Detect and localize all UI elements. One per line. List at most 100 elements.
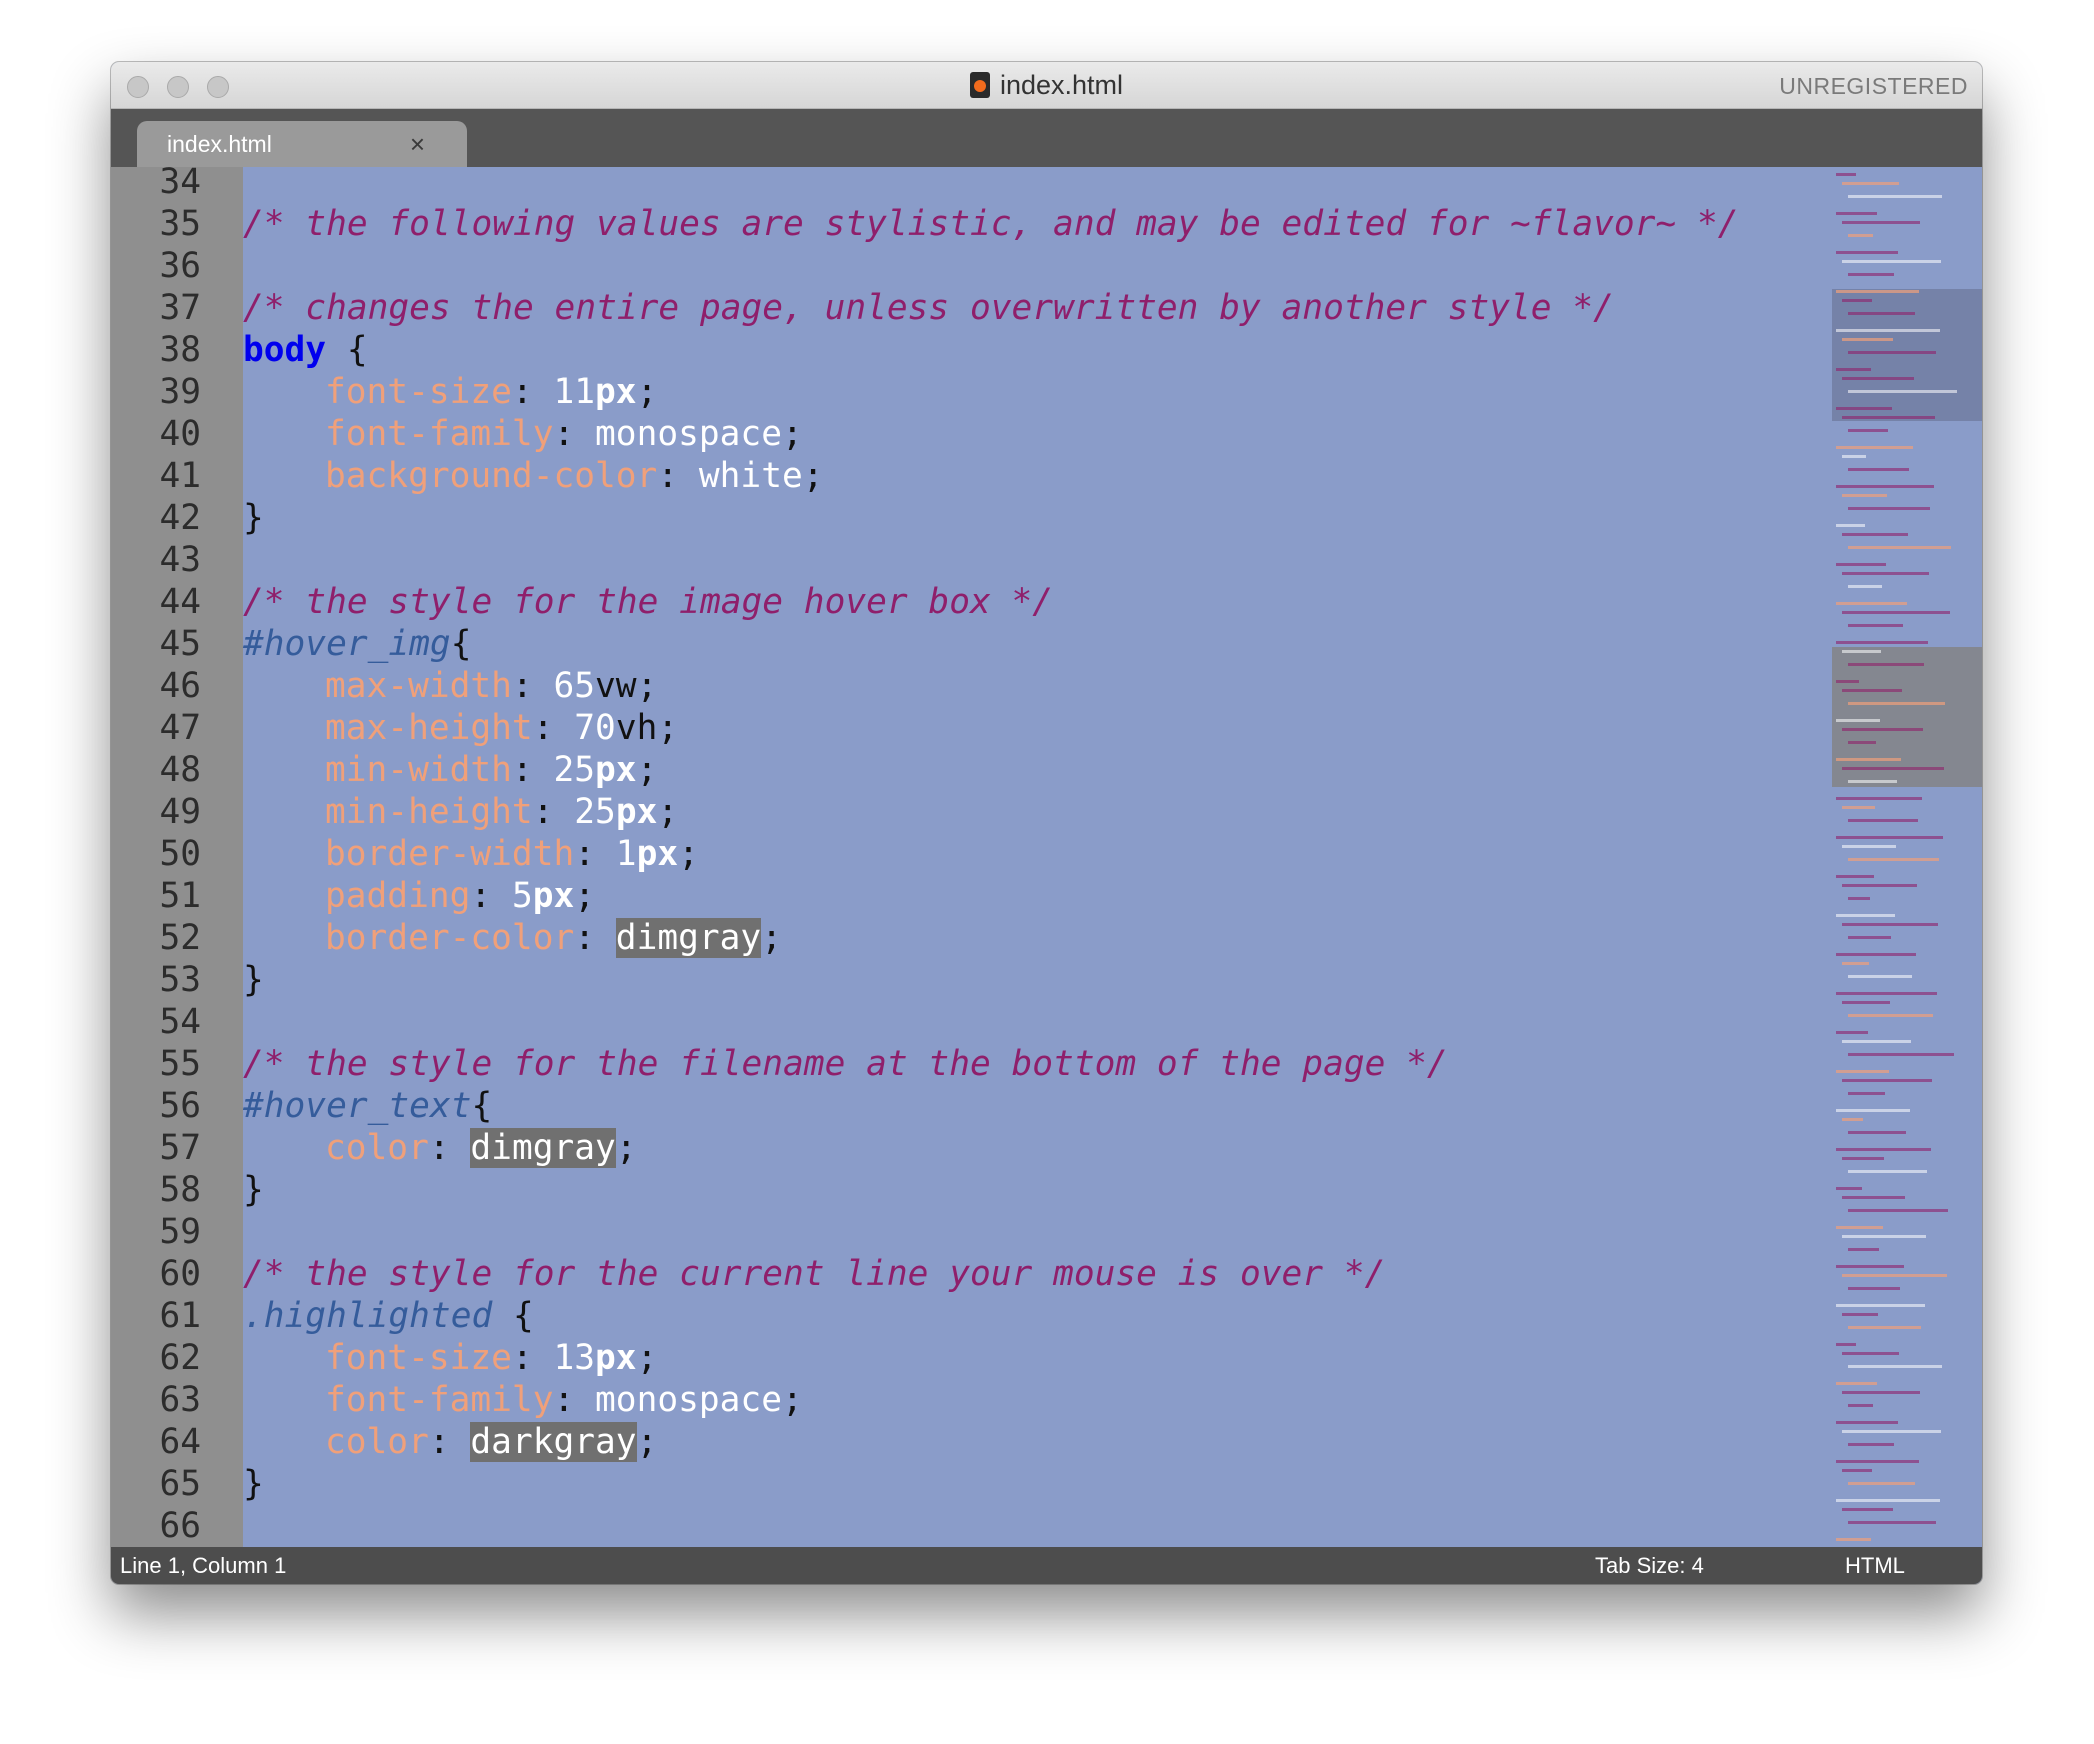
css-property: color [325, 1422, 429, 1462]
code-line-content: min-height: 25px; [243, 791, 678, 833]
css-unit: px [595, 750, 637, 790]
code-line[interactable]: 60 /* the style for the current line your… [111, 1253, 1831, 1295]
line-number: 43 [159, 540, 201, 580]
minimap-line [1836, 1031, 1868, 1034]
code-line[interactable]: 53} [111, 959, 1831, 1001]
semicolon: ; [781, 414, 803, 454]
code-line[interactable]: 41 background-color: white; [111, 455, 1831, 497]
code-line[interactable]: 48 min-width: 25px; [111, 749, 1831, 791]
code-line[interactable]: 43 [111, 539, 1831, 581]
code-line[interactable]: 38 body { [111, 329, 1831, 371]
code-line-content: #hover_img{ [243, 623, 472, 665]
minimap-line [1842, 260, 1941, 263]
minimap-line [1842, 533, 1908, 536]
colon: : [511, 1338, 554, 1378]
minimap-line [1842, 299, 1872, 302]
code-line[interactable]: 58} [111, 1169, 1831, 1211]
tab-label: index.html [167, 131, 272, 157]
code-line-content: } [243, 1463, 264, 1505]
minimap-line [1842, 611, 1950, 614]
code-line[interactable]: 49 min-height: 25px; [111, 791, 1831, 833]
code-line[interactable]: 55 /* the style for the filename at the b… [111, 1043, 1831, 1085]
minimap-line [1836, 1343, 1856, 1346]
editor-window: index.html UNREGISTERED index.html × 34 3… [111, 62, 1982, 1584]
line-number: 65 [159, 1464, 201, 1504]
css-property: font-family [325, 1380, 554, 1420]
semicolon: ; [636, 372, 658, 412]
code-line[interactable]: 64 color: darkgray; [111, 1421, 1831, 1463]
tab-size-indicator[interactable]: Tab Size: 4 [1595, 1553, 1704, 1579]
code-line[interactable]: 44 /* the style for the image hover box *… [111, 581, 1831, 623]
minimap-line [1842, 884, 1917, 887]
minimap-line [1836, 446, 1913, 449]
code-editor[interactable]: 34 35 /* the following values are stylisti… [111, 162, 1982, 1584]
minimap-line [1842, 1391, 1920, 1394]
tab-close-icon[interactable]: × [410, 129, 425, 160]
minimap-line [1836, 1382, 1877, 1385]
minimap-line [1848, 1053, 1954, 1056]
code-line[interactable]: 56 #hover_text{ [111, 1085, 1831, 1127]
minimap-line [1836, 251, 1898, 254]
line-number: 38 [159, 330, 201, 370]
minimap-line [1836, 641, 1928, 644]
semicolon: ; [615, 1128, 637, 1168]
code-line[interactable]: 47 max-height: 70vh; [111, 707, 1831, 749]
minimap-viewport[interactable] [1832, 289, 1982, 421]
code-line[interactable]: 36 [111, 245, 1831, 287]
css-property: font-size [325, 1338, 512, 1378]
line-number: 56 [159, 1086, 201, 1126]
minimap-line [1842, 962, 1869, 965]
registration-status: UNREGISTERED [1779, 73, 1968, 99]
code-line[interactable]: 66 [111, 1505, 1831, 1547]
code-line[interactable]: 37 /* changes the entire page, unless ove… [111, 287, 1831, 329]
minimap-line [1842, 1001, 1890, 1004]
code-comment: /* the following values are stylistic, a… [243, 204, 1739, 244]
code-line[interactable]: 61 .highlighted { [111, 1295, 1831, 1337]
css-unit: px [615, 792, 658, 832]
code-line[interactable]: 35 /* the following values are stylistic,… [111, 203, 1831, 245]
syntax-indicator[interactable]: HTML [1845, 1553, 1905, 1579]
minimap-line [1842, 1274, 1947, 1277]
minimap[interactable] [1832, 167, 1982, 1584]
line-number: 61 [159, 1296, 201, 1336]
line-number: 45 [159, 624, 201, 664]
line-number: 57 [159, 1128, 201, 1168]
open-brace: { [450, 624, 472, 664]
css-number: 70 [574, 708, 616, 748]
code-line[interactable]: 34 [111, 161, 1831, 203]
code-line-content: /* the style for the filename at the bot… [243, 1043, 1448, 1085]
minimap-line [1848, 1521, 1936, 1524]
code-line[interactable]: 50 border-width: 1px; [111, 833, 1831, 875]
line-number: 46 [159, 666, 201, 706]
code-line[interactable]: 65} [111, 1463, 1831, 1505]
css-unit: px [595, 1338, 637, 1378]
code-line[interactable]: 54 [111, 1001, 1831, 1043]
minimap-line [1842, 377, 1914, 380]
code-line[interactable]: 45 #hover_img{ [111, 623, 1831, 665]
code-line[interactable]: 63 font-family: monospace; [111, 1379, 1831, 1421]
code-line[interactable]: 62 font-size: 13px; [111, 1337, 1831, 1379]
code-line[interactable]: 52 border-color: dimgray; [111, 917, 1831, 959]
code-area[interactable]: 34 35 /* the following values are stylisti… [111, 161, 1831, 1547]
minimap-line [1836, 797, 1922, 800]
css-property: border-width [325, 834, 575, 874]
minimap-line [1842, 1313, 1878, 1316]
code-line[interactable]: 59 [111, 1211, 1831, 1253]
code-line[interactable]: 39 font-size: 11px; [111, 371, 1831, 413]
line-number: 48 [159, 750, 201, 790]
semicolon: ; [678, 834, 699, 874]
code-line[interactable]: 57 color: dimgray; [111, 1127, 1831, 1169]
css-number: 65 [553, 666, 596, 706]
code-line-content: .highlighted { [243, 1295, 534, 1337]
semicolon: ; [657, 708, 679, 748]
code-line[interactable]: 42} [111, 497, 1831, 539]
minimap-line [1848, 546, 1951, 549]
minimap-line [1842, 455, 1866, 458]
minimap-line [1848, 585, 1882, 588]
code-line[interactable]: 46 max-width: 65vw; [111, 665, 1831, 707]
line-number: 49 [159, 792, 201, 832]
code-line[interactable]: 40 font-family: monospace; [111, 413, 1831, 455]
minimap-block [1832, 647, 1982, 787]
code-line[interactable]: 51 padding: 5px; [111, 875, 1831, 917]
cursor-position[interactable]: Line 1, Column 1 [120, 1553, 286, 1579]
